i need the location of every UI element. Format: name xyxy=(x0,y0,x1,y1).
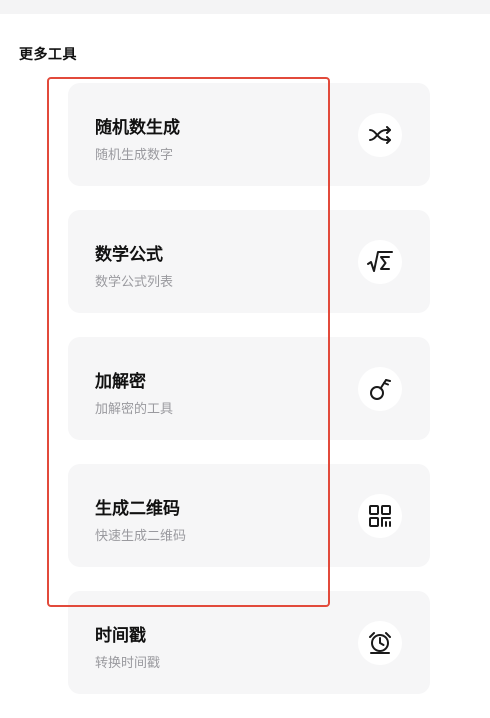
tool-card-timestamp[interactable]: 时间戳 转换时间戳 xyxy=(68,591,430,694)
tool-title: 加解密 xyxy=(95,372,146,392)
tool-subtitle: 随机生成数字 xyxy=(95,148,174,163)
sqrt-sigma-icon xyxy=(358,240,402,284)
tool-subtitle: 数学公式列表 xyxy=(95,275,174,290)
tool-title: 生成二维码 xyxy=(95,499,180,519)
qr-code-icon xyxy=(358,494,402,538)
tool-card-encrypt-decrypt[interactable]: 加解密 加解密的工具 xyxy=(68,337,430,440)
tool-title: 数学公式 xyxy=(95,245,163,265)
tool-subtitle: 加解密的工具 xyxy=(95,402,174,417)
tool-subtitle: 快速生成二维码 xyxy=(95,529,187,544)
alarm-clock-icon xyxy=(358,621,402,665)
tool-card-qr-code[interactable]: 生成二维码 快速生成二维码 xyxy=(68,464,430,567)
top-strip xyxy=(0,0,490,14)
key-icon xyxy=(358,367,402,411)
section-title: 更多工具 xyxy=(19,47,77,63)
tool-card-random-number[interactable]: 随机数生成 随机生成数字 xyxy=(68,83,430,186)
tool-title: 时间戳 xyxy=(95,626,146,646)
tool-title: 随机数生成 xyxy=(95,118,180,138)
tool-card-math-formula[interactable]: 数学公式 数学公式列表 xyxy=(68,210,430,313)
shuffle-icon xyxy=(358,113,402,157)
tool-subtitle: 转换时间戳 xyxy=(95,656,161,671)
tool-list: 随机数生成 随机生成数字 数学公式 数学公式列表 加解密 加解密的工具 生成二维… xyxy=(68,83,430,718)
